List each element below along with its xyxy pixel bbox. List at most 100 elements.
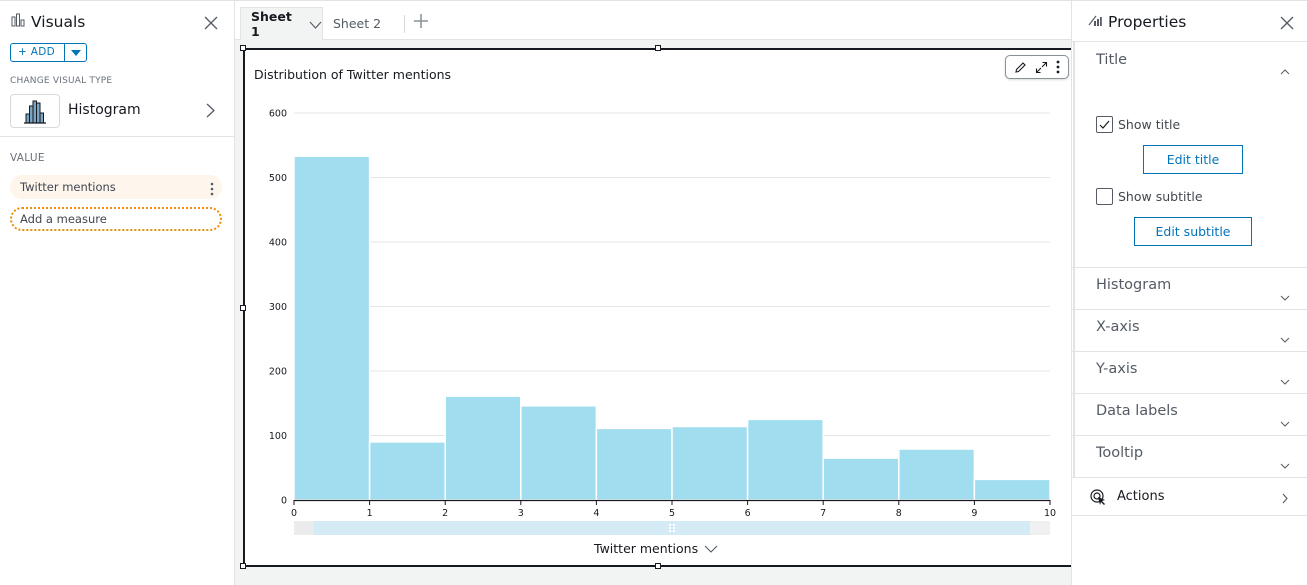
visuals-icon <box>11 12 25 31</box>
histogram-bar[interactable] <box>368 441 446 501</box>
tab-sheet-1[interactable]: Sheet 1 <box>240 7 323 40</box>
more-vertical-icon[interactable] <box>1056 60 1060 74</box>
histogram-icon <box>24 100 46 124</box>
divider <box>0 136 235 137</box>
edit-title-button[interactable]: Edit title <box>1143 145 1243 174</box>
histogram-bar[interactable] <box>746 418 824 501</box>
x-tick-label: 6 <box>745 508 751 519</box>
tab-divider <box>404 15 405 33</box>
section-y-axis[interactable]: Y-axis <box>1073 352 1307 393</box>
resize-handle[interactable] <box>655 45 661 51</box>
tab-label: Sheet 1 <box>251 9 292 39</box>
section-title: Histogram <box>1096 277 1172 293</box>
chevron-down-icon[interactable] <box>1280 454 1290 473</box>
section-header-title[interactable]: Title <box>1096 52 1127 68</box>
x-tick-label: 5 <box>669 508 675 519</box>
y-tick-label: 600 <box>269 109 287 120</box>
histogram-bar[interactable] <box>444 395 522 501</box>
chevron-down-icon[interactable] <box>1280 370 1290 389</box>
chevron-down-icon[interactable] <box>309 17 322 32</box>
plus-icon <box>414 14 428 28</box>
value-field-label: Twitter mentions <box>20 180 116 194</box>
show-title-checkbox[interactable]: Show title <box>1096 116 1180 133</box>
chevron-right-icon[interactable] <box>1282 489 1288 508</box>
section-x-axis[interactable]: X-axis <box>1073 310 1307 351</box>
checkbox-checked[interactable] <box>1096 116 1113 133</box>
value-well-label: VALUE <box>10 152 45 164</box>
chevron-right-icon[interactable] <box>206 103 215 122</box>
histogram-chart: 0 100 200 300 400 500 600 0 1 2 3 4 5 6 7 8 9 10 <box>269 109 1056 535</box>
y-tick-label: 500 <box>269 173 287 184</box>
x-scrollbar-thumb[interactable] <box>314 521 1030 535</box>
tab-sheet-2[interactable]: Sheet 2 <box>333 7 381 40</box>
x-tick-label: 7 <box>820 508 826 519</box>
properties-panel-header: Properties <box>1088 12 1186 31</box>
visual-toolbar <box>1005 55 1069 79</box>
actions-row[interactable]: Actions <box>1072 479 1307 516</box>
section-title: Y-axis <box>1096 361 1138 377</box>
chevron-up-icon[interactable] <box>1280 60 1290 79</box>
edit-subtitle-button[interactable]: Edit subtitle <box>1134 217 1252 246</box>
section-tooltip[interactable]: Tooltip <box>1073 436 1307 477</box>
more-vertical-icon[interactable] <box>210 180 214 196</box>
histogram-bar[interactable] <box>973 478 1051 501</box>
scrollbar-grip-dot <box>669 524 671 526</box>
y-tick-label: 400 <box>269 238 287 249</box>
pencil-icon[interactable] <box>1014 61 1027 74</box>
y-tick-label: 200 <box>269 367 287 378</box>
visual-title[interactable]: Distribution of Twitter mentions <box>254 67 451 82</box>
section-data-labels[interactable]: Data labels <box>1073 394 1307 435</box>
checkbox-unchecked[interactable] <box>1096 188 1113 205</box>
show-subtitle-checkbox[interactable]: Show subtitle <box>1096 188 1203 205</box>
x-tick-label: 3 <box>518 508 524 519</box>
section-title: X-axis <box>1096 319 1140 335</box>
y-tick-label: 300 <box>269 302 287 313</box>
histogram-bar[interactable] <box>898 448 976 501</box>
x-tick-label: 4 <box>593 508 599 519</box>
add-sheet-button[interactable] <box>413 13 429 33</box>
show-subtitle-label: Show subtitle <box>1118 189 1203 204</box>
resize-handle[interactable] <box>240 45 246 51</box>
value-field-pill[interactable]: Twitter mentions <box>10 175 222 199</box>
add-visual-button[interactable]: + ADD <box>11 44 64 61</box>
visual-type-selector[interactable] <box>10 94 60 128</box>
change-visual-type-label: CHANGE VISUAL TYPE <box>10 76 113 86</box>
add-visual-dropdown[interactable] <box>64 44 86 61</box>
close-properties-panel-icon[interactable] <box>1280 16 1296 32</box>
chevron-down-icon[interactable] <box>1280 412 1290 431</box>
x-scrollbar-right-handle[interactable] <box>1030 521 1050 535</box>
show-title-label: Show title <box>1118 117 1181 132</box>
chevron-down-icon[interactable] <box>1280 286 1290 305</box>
x-tick-label: 10 <box>1044 508 1056 519</box>
actions-label: Actions <box>1117 489 1165 504</box>
add-visual-group: + ADD <box>10 43 87 62</box>
visuals-panel-title: Visuals <box>31 12 86 31</box>
checkmark-icon <box>1099 120 1110 129</box>
resize-handle[interactable] <box>655 563 661 569</box>
close-visuals-panel-icon[interactable] <box>204 16 220 32</box>
expand-icon[interactable] <box>1035 61 1048 74</box>
x-axis-title-label: Twitter mentions <box>594 541 699 556</box>
title-section: Title Show title Edit title Show subtitl… <box>1073 42 1307 267</box>
y-tick-label: 100 <box>269 431 287 442</box>
resize-handle[interactable] <box>240 563 246 569</box>
visuals-panel-header: Visuals <box>11 12 85 31</box>
add-measure-dropzone[interactable]: Add a measure <box>10 207 222 231</box>
histogram-bar[interactable] <box>520 405 598 501</box>
app-root: Visuals + ADD CHANGE VISUAL TYPE Histogr… <box>0 0 1307 585</box>
histogram-bar[interactable] <box>671 425 749 501</box>
histogram-bar[interactable] <box>293 155 371 501</box>
histogram-visual[interactable]: Distribution of Twitter mentions 0 100 200… <box>240 45 1072 569</box>
properties-panel: Properties Title Show title Edit title S… <box>1071 1 1307 585</box>
x-axis-title[interactable]: Twitter mentions <box>594 541 718 556</box>
x-scrollbar-left-handle[interactable] <box>294 521 314 535</box>
histogram-bar[interactable] <box>595 427 673 501</box>
chevron-down-icon[interactable] <box>1280 328 1290 347</box>
cursor-click-icon <box>1090 489 1107 510</box>
x-tick-label: 2 <box>442 508 448 519</box>
properties-panel-title: Properties <box>1108 12 1187 31</box>
chevron-down-icon[interactable] <box>704 545 718 553</box>
section-histogram[interactable]: Histogram <box>1073 268 1307 309</box>
scrollbar-grip-dot <box>673 527 675 529</box>
histogram-bar[interactable] <box>822 457 900 501</box>
